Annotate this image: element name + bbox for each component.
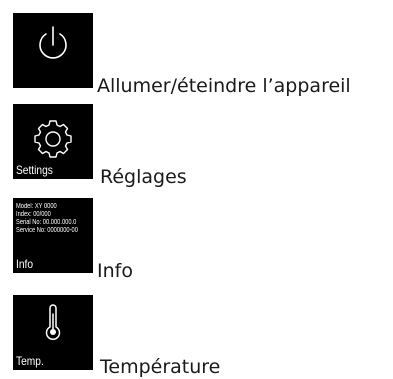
info-tile-label: Info bbox=[16, 257, 34, 271]
power-icon bbox=[39, 26, 67, 59]
info-tile[interactable]: Model: XY 0000 Index: 00/000 Serial No: … bbox=[13, 198, 93, 273]
settings-tile-label: Settings bbox=[16, 163, 53, 177]
info-model-line: Model: XY 0000 bbox=[16, 203, 57, 210]
temperature-tile-label: Temp. bbox=[16, 354, 44, 368]
temperature-caption: Température bbox=[100, 356, 221, 378]
temperature-tile[interactable]: Temp. bbox=[13, 295, 93, 370]
device-info-text: Model: XY 0000 Index: 00/000 Serial No: … bbox=[16, 203, 78, 235]
info-serial-line: Serial No: 00.000.000.0 bbox=[16, 219, 77, 226]
power-tile[interactable] bbox=[13, 13, 93, 88]
settings-tile[interactable]: Settings bbox=[13, 104, 93, 179]
settings-caption: Réglages bbox=[100, 166, 187, 188]
info-index-line: Index: 00/000 bbox=[16, 211, 51, 218]
info-caption: Info bbox=[97, 260, 133, 282]
info-service-line: Service No: 0000000-00 bbox=[16, 227, 78, 234]
power-caption: Allumer/éteindre l’appareil bbox=[97, 75, 351, 97]
